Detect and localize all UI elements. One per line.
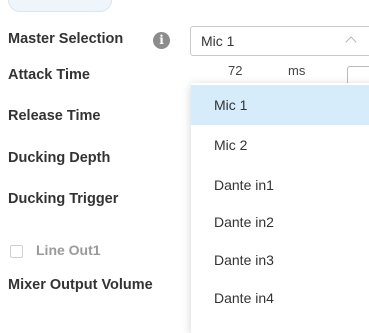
ducking-depth-label: Ducking Depth [8,150,111,166]
mixer-output-volume-label: Mixer Output Volume [8,277,153,293]
dropdown-option-dante-in1[interactable]: Dante in1 [191,165,369,205]
chevron-up-icon [345,36,357,48]
attack-time-label: Attack Time [8,67,90,83]
master-selection-dropdown: Mic 1 Mic 2 Dante in1 Dante in2 Dante in… [191,83,369,333]
line-out1-checkbox[interactable] [10,245,23,258]
master-selection-select[interactable]: Mic 1 [190,26,369,56]
line-out1-label[interactable]: Line Out1 [36,242,101,258]
master-selection-value: Mic 1 [201,33,235,49]
top-toggle-pill[interactable] [8,0,112,12]
dropdown-option-dante-in3[interactable]: Dante in3 [191,240,369,280]
attack-time-value: 72 [228,63,243,78]
dropdown-option-dante-in2[interactable]: Dante in2 [191,202,369,242]
dropdown-option-dante-in4[interactable]: Dante in4 [191,278,369,318]
attack-time-unit: ms [288,63,306,78]
dropdown-option-mic-2[interactable]: Mic 2 [191,125,369,165]
info-icon[interactable]: i [153,32,170,49]
ducking-trigger-label: Ducking Trigger [8,191,119,207]
release-time-label: Release Time [8,108,101,124]
master-selection-label: Master Selection [8,31,124,47]
dropdown-option-mic-1[interactable]: Mic 1 [191,85,369,125]
